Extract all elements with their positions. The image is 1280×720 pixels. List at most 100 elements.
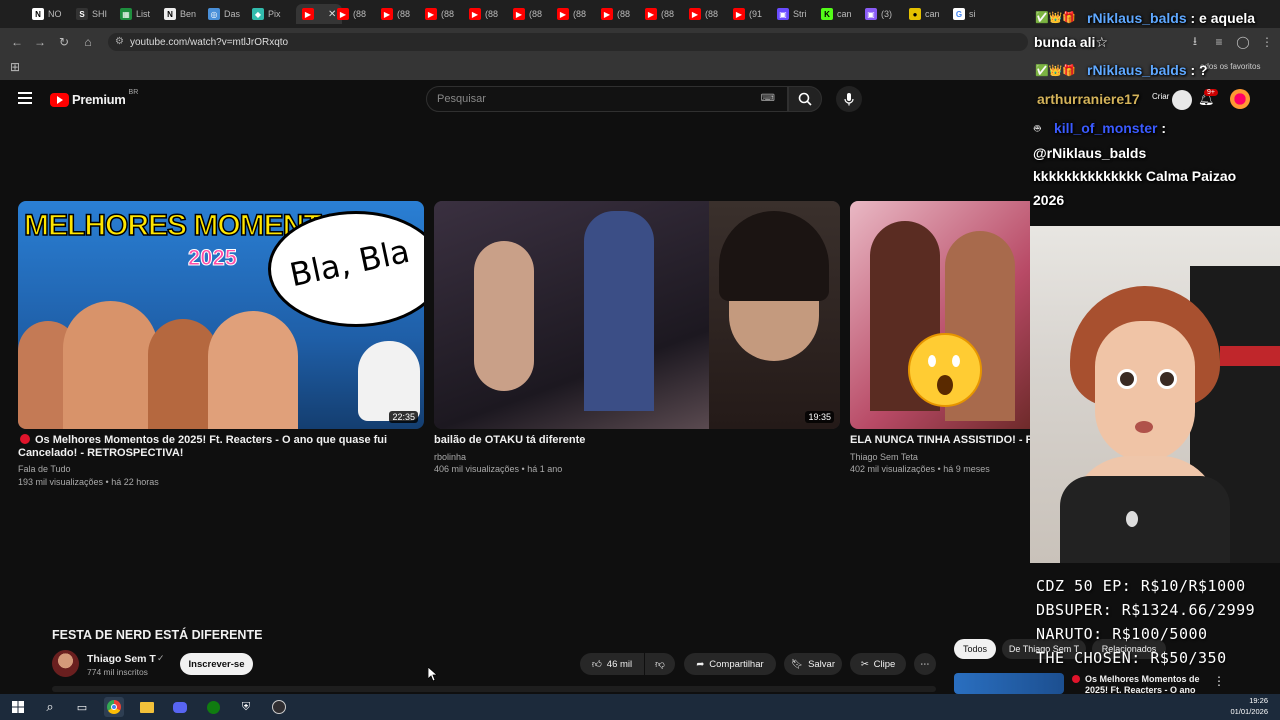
tab-label: Das bbox=[224, 9, 241, 19]
clip-button[interactable]: ✂ Clipe bbox=[850, 653, 906, 675]
chat-text: bunda ali☆ bbox=[1034, 34, 1108, 50]
video-channel-1[interactable]: Fala de Tudo bbox=[18, 463, 71, 475]
more-dots-icon: ⋯ bbox=[920, 658, 930, 670]
channel-name[interactable]: Thiago Sem T bbox=[87, 653, 156, 665]
tab-favicon-icon: ▦ bbox=[120, 8, 132, 20]
file-explorer-icon[interactable] bbox=[137, 697, 157, 717]
chat-message: 2026 bbox=[1033, 192, 1064, 208]
browser-tab[interactable]: ▶ (88 bbox=[557, 4, 586, 24]
browser-tab[interactable]: N NO bbox=[32, 4, 62, 24]
chrome-taskbar-icon[interactable] bbox=[104, 697, 124, 717]
thumbs-down-icon: 👎︎ bbox=[655, 659, 665, 670]
chair-accent bbox=[1220, 346, 1280, 366]
video-title-3[interactable]: ELA NUNCA TINHA ASSISTIDO! - Rea bbox=[850, 434, 1030, 447]
tab-favicon-icon: ● bbox=[909, 8, 921, 20]
back-icon[interactable]: ← bbox=[8, 33, 26, 51]
browser-tab[interactable]: ▶ (88 bbox=[337, 4, 366, 24]
search-button[interactable] bbox=[788, 86, 822, 112]
forward-icon[interactable]: → bbox=[31, 33, 49, 51]
site-info-icon[interactable]: ⚙ bbox=[115, 36, 124, 47]
close-tab-icon[interactable]: ✕ bbox=[328, 9, 336, 20]
chat-message: bunda ali☆ bbox=[1034, 34, 1108, 51]
browser-tab[interactable]: Gsi bbox=[953, 4, 976, 24]
account-avatar[interactable] bbox=[1230, 89, 1250, 109]
emote-icons: ✅👑🎁 bbox=[1035, 12, 1077, 24]
tab-favicon-icon: ▶ bbox=[513, 8, 525, 20]
browser-tab[interactable]: Kcan bbox=[821, 4, 852, 24]
profile-icon[interactable]: ◯ bbox=[1234, 33, 1252, 51]
like-button[interactable]: 👍︎ 46 mil bbox=[580, 653, 644, 675]
microphone-icon bbox=[844, 93, 854, 106]
browser-tab[interactable]: ▶ (88 bbox=[601, 4, 630, 24]
filter-chip-all[interactable]: Todos bbox=[954, 639, 996, 659]
tab-label: (88 bbox=[573, 9, 587, 19]
taskbar bbox=[0, 694, 1280, 720]
windows-start-icon[interactable] bbox=[8, 697, 28, 717]
search-placeholder: Pesquisar bbox=[437, 93, 486, 105]
share-button[interactable]: ➦ Compartilhar bbox=[684, 653, 776, 675]
like-count: 46 mil bbox=[606, 658, 633, 670]
video-thumbnail-2[interactable]: 19:35 bbox=[434, 201, 840, 429]
media-icon[interactable]: ≡ bbox=[1210, 33, 1228, 51]
voice-search-button[interactable] bbox=[836, 86, 862, 112]
keyboard-icon[interactable]: ⌨ bbox=[761, 93, 775, 104]
browser-tab[interactable]: ▣ Stri bbox=[777, 4, 807, 24]
save-button[interactable]: 🔖︎ Salvar bbox=[784, 653, 842, 675]
emote-icons: ✅👑🎁 bbox=[1035, 65, 1077, 77]
description-box[interactable] bbox=[52, 686, 936, 692]
browser-tab[interactable]: S SHI bbox=[76, 4, 107, 24]
browser-tab[interactable]: ▶ (88 bbox=[513, 4, 542, 24]
reload-icon[interactable]: ↻ bbox=[55, 33, 73, 51]
more-actions-button[interactable]: ⋯ bbox=[914, 653, 936, 675]
home-icon[interactable]: ⌂ bbox=[79, 33, 97, 51]
browser-tab[interactable]: ▶ (88 bbox=[469, 4, 498, 24]
up-next-title[interactable]: Os Melhores Momentos de 2025! Ft. Reacte… bbox=[1085, 674, 1210, 694]
subscribe-label: Inscrever-se bbox=[188, 658, 245, 670]
obs-icon[interactable] bbox=[269, 697, 289, 717]
up-next-menu-icon[interactable]: ⋮ bbox=[1213, 674, 1225, 688]
dislike-button[interactable]: 👎︎ bbox=[645, 653, 675, 675]
browser-tab[interactable]: ◎ Das bbox=[208, 4, 240, 24]
subscribe-button[interactable]: Inscrever-se bbox=[180, 653, 253, 675]
shield-icon[interactable]: ⛨ bbox=[236, 697, 256, 717]
tab-label: si bbox=[969, 9, 976, 19]
all-bookmarks-label[interactable]: odos os favoritos bbox=[1200, 62, 1260, 71]
xbox-icon[interactable] bbox=[203, 697, 223, 717]
youtube-play-icon bbox=[50, 92, 69, 107]
channel-avatar[interactable] bbox=[52, 650, 79, 677]
browser-tab[interactable]: ▶ (91 bbox=[733, 4, 762, 24]
browser-tab[interactable]: ▶ (88 bbox=[645, 4, 674, 24]
chat-text: : e aquela bbox=[1190, 10, 1256, 26]
menu-dots-icon[interactable]: ⋮ bbox=[1258, 33, 1276, 51]
video-thumbnail-3[interactable] bbox=[850, 201, 1030, 429]
video-title-1[interactable]: Os Melhores Momentos de 2025! Ft. Reacte… bbox=[18, 434, 398, 460]
address-bar[interactable]: ⚙ youtube.com/watch?v=mtlJrORxqto bbox=[108, 33, 1028, 51]
video-meta-2: 406 mil visualizações • há 1 ano bbox=[434, 464, 563, 474]
search-taskbar-icon[interactable]: ⌕ bbox=[40, 697, 60, 717]
hamburger-menu-icon[interactable] bbox=[18, 92, 32, 104]
browser-tab[interactable]: ◆ Pix bbox=[252, 4, 281, 24]
browser-tab[interactable]: ▦ List bbox=[120, 4, 150, 24]
video-thumbnail-1[interactable]: MELHORES MOMENTOS 2025 Bla, Bla 22:35 bbox=[18, 201, 424, 429]
browser-tab[interactable]: N Ben bbox=[164, 4, 196, 24]
video-title-2[interactable]: bailão de OTAKU tá diferente bbox=[434, 434, 834, 447]
video-channel-2[interactable]: rbolinha bbox=[434, 451, 466, 463]
youtube-logo[interactable]: Premium BR bbox=[50, 89, 138, 107]
download-icon[interactable]: ⭳ bbox=[1186, 33, 1204, 51]
browser-tab[interactable]: ● can bbox=[909, 4, 940, 24]
clock-date[interactable]: 01/01/2026 bbox=[1228, 707, 1268, 716]
task-view-icon[interactable]: ▭ bbox=[72, 697, 92, 717]
browser-tab[interactable]: ▣ (3) bbox=[865, 4, 892, 24]
video-channel-3[interactable]: Thiago Sem Teta bbox=[850, 451, 918, 463]
search-input[interactable]: Pesquisar ⌨ bbox=[426, 86, 788, 112]
browser-tab[interactable]: ▶ (88 bbox=[689, 4, 718, 24]
browser-tab[interactable]: ▶ ✕ bbox=[296, 4, 343, 24]
browser-tab[interactable]: ▶ (88 bbox=[425, 4, 454, 24]
create-label[interactable]: Criar bbox=[1152, 92, 1169, 101]
share-label: Compartilhar bbox=[709, 658, 764, 670]
up-next-thumbnail[interactable] bbox=[954, 673, 1064, 694]
clock-time[interactable]: 19:26 bbox=[1228, 696, 1268, 705]
discord-icon[interactable] bbox=[170, 697, 190, 717]
apps-grid-icon[interactable]: ⊞ bbox=[10, 60, 20, 74]
browser-tab[interactable]: ▶ (88 bbox=[381, 4, 410, 24]
